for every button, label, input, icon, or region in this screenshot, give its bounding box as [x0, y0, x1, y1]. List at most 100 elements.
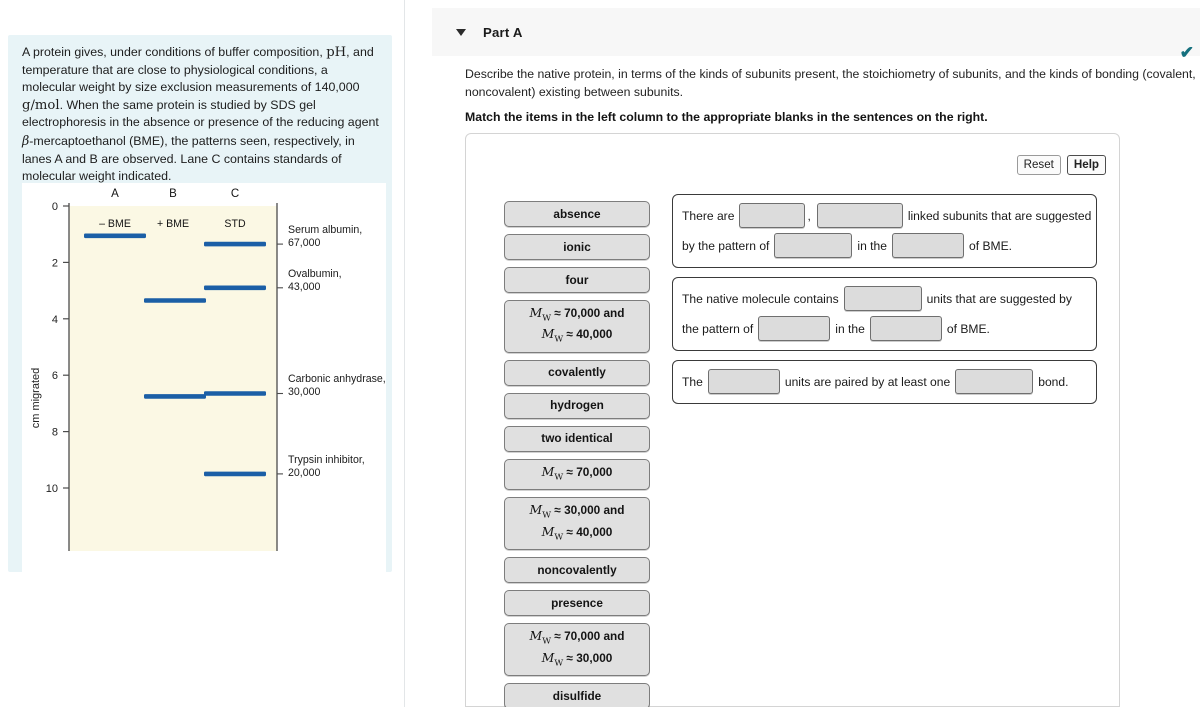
drag-item-label: ionic	[563, 239, 591, 254]
svg-text:0: 0	[52, 201, 58, 213]
drop-blank-2b[interactable]	[758, 316, 831, 341]
sentence-text: in the	[835, 321, 865, 336]
drag-item-label: hydrogen	[550, 398, 604, 413]
band-lane-b-2	[144, 394, 206, 399]
sentence-text: The native molecule contains	[682, 291, 839, 306]
drag-item-mw-70000-and-30000[interactable]: MW ≈ 70,000 and MW ≈ 30,000	[504, 623, 650, 677]
sentence-text: by the pattern of	[682, 238, 770, 253]
drop-blank-1c[interactable]	[774, 233, 853, 258]
std-mw-trypsin-inhibitor: 20,000	[288, 467, 321, 479]
drag-item-mw-70000-and-40000[interactable]: MW ≈ 70,000 and MW ≈ 40,000	[504, 300, 650, 353]
problem-intro-panel: A protein gives, under conditions of buf…	[8, 35, 392, 587]
drag-item-hydrogen[interactable]: hydrogen	[504, 392, 650, 419]
std-label-ovalbumin: Ovalbumin,	[288, 268, 342, 280]
drag-item-disulfide[interactable]: disulfide	[504, 683, 650, 707]
intro-part-3: . When the same protein is studied by SD…	[22, 97, 379, 130]
sentence-drop-area: There are , linked subunits that are sug…	[672, 194, 1097, 413]
left-problem-pane: A protein gives, under conditions of buf…	[0, 0, 405, 707]
standard-tick-marks	[277, 243, 283, 475]
drop-blank-3b[interactable]	[955, 369, 1034, 394]
app-root: A protein gives, under conditions of buf…	[0, 0, 1200, 707]
sentence-text: in the	[857, 238, 887, 253]
drop-blank-3a[interactable]	[707, 369, 780, 394]
drop-blank-1a[interactable]	[739, 203, 806, 228]
band-lane-c-3	[204, 391, 266, 396]
drag-item-label: two identical	[541, 431, 613, 446]
reset-button[interactable]: Reset	[1016, 155, 1061, 175]
chevron-down-icon[interactable]	[456, 28, 466, 36]
drag-item-mw-30000-and-40000[interactable]: MW ≈ 30,000 and MW ≈ 40,000	[504, 497, 650, 551]
lane-header-b: B	[169, 188, 177, 200]
band-lane-a-1	[84, 233, 146, 239]
problem-intro-text: A protein gives, under conditions of buf…	[22, 44, 382, 186]
lane-sublabels: – BME + BME STD	[99, 218, 246, 230]
help-button[interactable]: Help	[1066, 155, 1106, 175]
sentence-card-3: The units are paired by at least one bon…	[672, 360, 1097, 404]
matching-widget: Reset Help absence ionic four MW ≈ 70,00…	[465, 133, 1120, 707]
sentence-comma: ,	[807, 208, 811, 223]
sentence-3-line-1: The units are paired by at least one bon…	[682, 369, 1087, 394]
lane-header-c: C	[231, 188, 239, 200]
drag-item-ionic[interactable]: ionic	[504, 234, 650, 260]
drag-item-label: noncovalently	[537, 562, 617, 577]
lane-header-a: A	[111, 188, 119, 200]
sentence-text: bond.	[1038, 374, 1069, 389]
drag-item-label: disulfide	[552, 688, 602, 703]
drag-item-label: presence	[551, 595, 603, 610]
part-status-row: ✔	[432, 42, 1200, 68]
right-answer-pane: Part A ✔ Describe the native protein, in…	[406, 0, 1200, 707]
standard-labels: Serum albumin, 67,000 Ovalbumin, 43,000 …	[288, 224, 386, 479]
std-mw-carbonic-anhydrase: 30,000	[288, 386, 321, 398]
drag-item-label: covalently	[548, 365, 606, 380]
lane-sublabel-b: + BME	[157, 218, 189, 230]
drop-blank-1b[interactable]	[816, 203, 903, 228]
sentence-text: of BME.	[946, 321, 990, 336]
question-instruction: Match the items in the left column to th…	[465, 110, 988, 124]
intro-part-4: -mercaptoethanol (BME), the patterns see…	[22, 133, 355, 184]
svg-text:4: 4	[52, 314, 58, 326]
svg-text:6: 6	[52, 370, 58, 382]
gel-figure-card: 0 2 4 6 8 10 cm migrated A B C – BME + B…	[22, 183, 386, 587]
part-title: Part A	[483, 24, 523, 40]
sentence-text: The	[682, 374, 703, 389]
lane-sublabel-a: – BME	[99, 218, 131, 230]
sentence-text: of BME.	[969, 238, 1013, 253]
sentence-text: units that are suggested by	[926, 291, 1072, 306]
check-icon: ✔	[1179, 43, 1194, 62]
std-mw-ovalbumin: 43,000	[288, 281, 321, 293]
intro-part-1: A protein gives, under conditions of buf…	[22, 45, 327, 59]
gmol-units: g/mol	[22, 97, 60, 113]
drag-item-covalently[interactable]: covalently	[504, 359, 650, 386]
drag-item-four[interactable]: four	[504, 267, 650, 293]
sentence-2-line-1: The native molecule contains units that …	[682, 286, 1087, 311]
ph-symbol: pH	[326, 45, 347, 60]
drag-item-absence[interactable]: absence	[504, 201, 650, 227]
std-label-carbonic-anhydrase: Carbonic anhydrase,	[288, 373, 386, 385]
drag-item-noncovalently[interactable]: noncovalently	[504, 557, 650, 584]
drag-item-mw-70000[interactable]: MW ≈ 70,000	[504, 458, 650, 491]
sentence-2-line-2: the pattern of in the of BME.	[682, 316, 1087, 341]
sentence-1-line-1: There are , linked subunits that are sug…	[682, 203, 1091, 228]
band-lane-b-1	[144, 298, 206, 303]
std-mw-serum-albumin: 67,000	[288, 237, 321, 249]
drag-item-math: MW ≈ 70,000 and MW ≈ 40,000	[529, 305, 625, 345]
drag-item-math: MW ≈ 70,000	[541, 463, 613, 483]
svg-text:8: 8	[52, 427, 58, 439]
y-axis-tick-labels: 0 2 4 6 8 10	[46, 201, 58, 495]
band-lane-c-4	[204, 471, 266, 477]
band-lane-c-1	[204, 241, 266, 247]
sentence-card-1: There are , linked subunits that are sug…	[672, 194, 1097, 268]
drop-blank-1d[interactable]	[892, 233, 964, 258]
drop-blank-2c[interactable]	[869, 316, 942, 341]
sentence-card-2: The native molecule contains units that …	[672, 277, 1097, 351]
sentence-1-line-2: by the pattern of in the of BME.	[682, 233, 1087, 258]
std-label-trypsin-inhibitor: Trypsin inhibitor,	[288, 454, 365, 466]
y-axis-title: cm migrated	[30, 368, 42, 429]
svg-text:10: 10	[46, 483, 58, 495]
sentence-text: units are paired by at least one	[784, 374, 951, 389]
answer-bank: absence ionic four MW ≈ 70,000 and MW ≈ …	[504, 201, 650, 707]
drag-item-two-identical[interactable]: two identical	[504, 425, 650, 452]
drop-blank-2a[interactable]	[843, 286, 922, 311]
gel-background	[69, 206, 277, 551]
drag-item-presence[interactable]: presence	[504, 590, 650, 617]
